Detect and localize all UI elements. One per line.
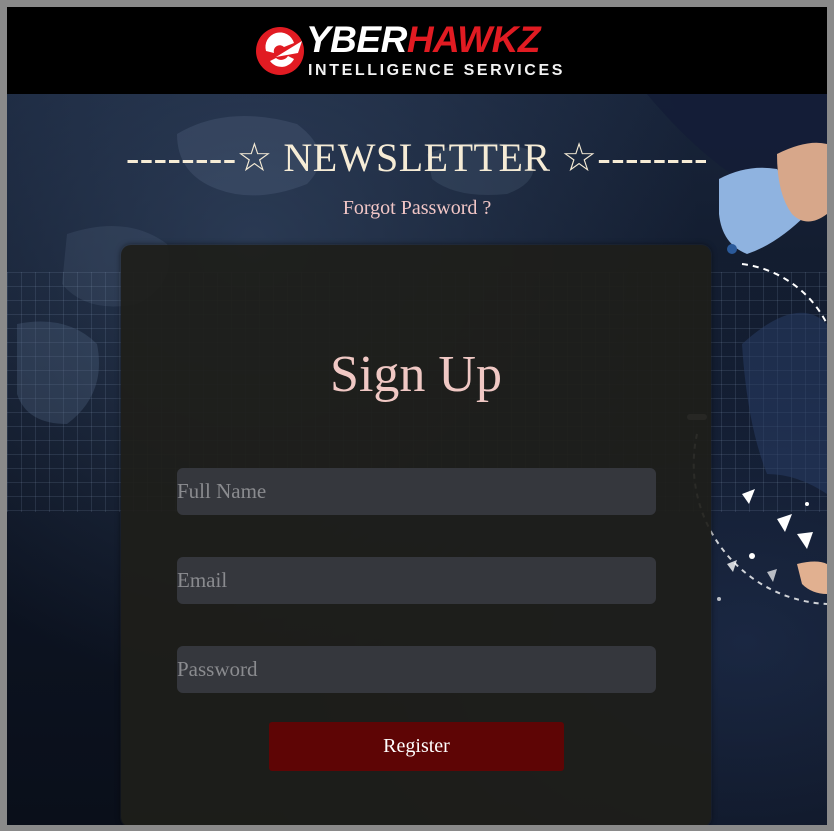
forgot-password-link[interactable]: Forgot Password ? bbox=[7, 197, 827, 220]
hero-section: --------☆ NEWSLETTER ☆-------- Forgot Pa… bbox=[7, 94, 827, 825]
newsletter-title: --------☆ NEWSLETTER ☆-------- bbox=[125, 135, 708, 180]
signup-card: Sign Up Register bbox=[121, 245, 711, 825]
full-name-input[interactable] bbox=[177, 468, 656, 515]
site-header: YBERHAWKZ INTELLIGENCE SERVICES bbox=[7, 7, 827, 94]
hawk-logo-icon bbox=[256, 27, 304, 75]
signup-title: Sign Up bbox=[330, 346, 502, 403]
register-button[interactable]: Register bbox=[269, 722, 564, 771]
brand-name-part2: HAWKZ bbox=[406, 19, 541, 60]
page-frame: YBERHAWKZ INTELLIGENCE SERVICES --------… bbox=[7, 7, 827, 825]
brand-logo[interactable]: YBERHAWKZ INTELLIGENCE SERVICES bbox=[254, 21, 584, 81]
password-input[interactable] bbox=[177, 646, 656, 693]
brand-name: YBERHAWKZ bbox=[306, 21, 540, 59]
brand-name-part1: YBER bbox=[306, 19, 407, 60]
brand-tagline: INTELLIGENCE SERVICES bbox=[308, 62, 566, 79]
email-input[interactable] bbox=[177, 557, 656, 604]
